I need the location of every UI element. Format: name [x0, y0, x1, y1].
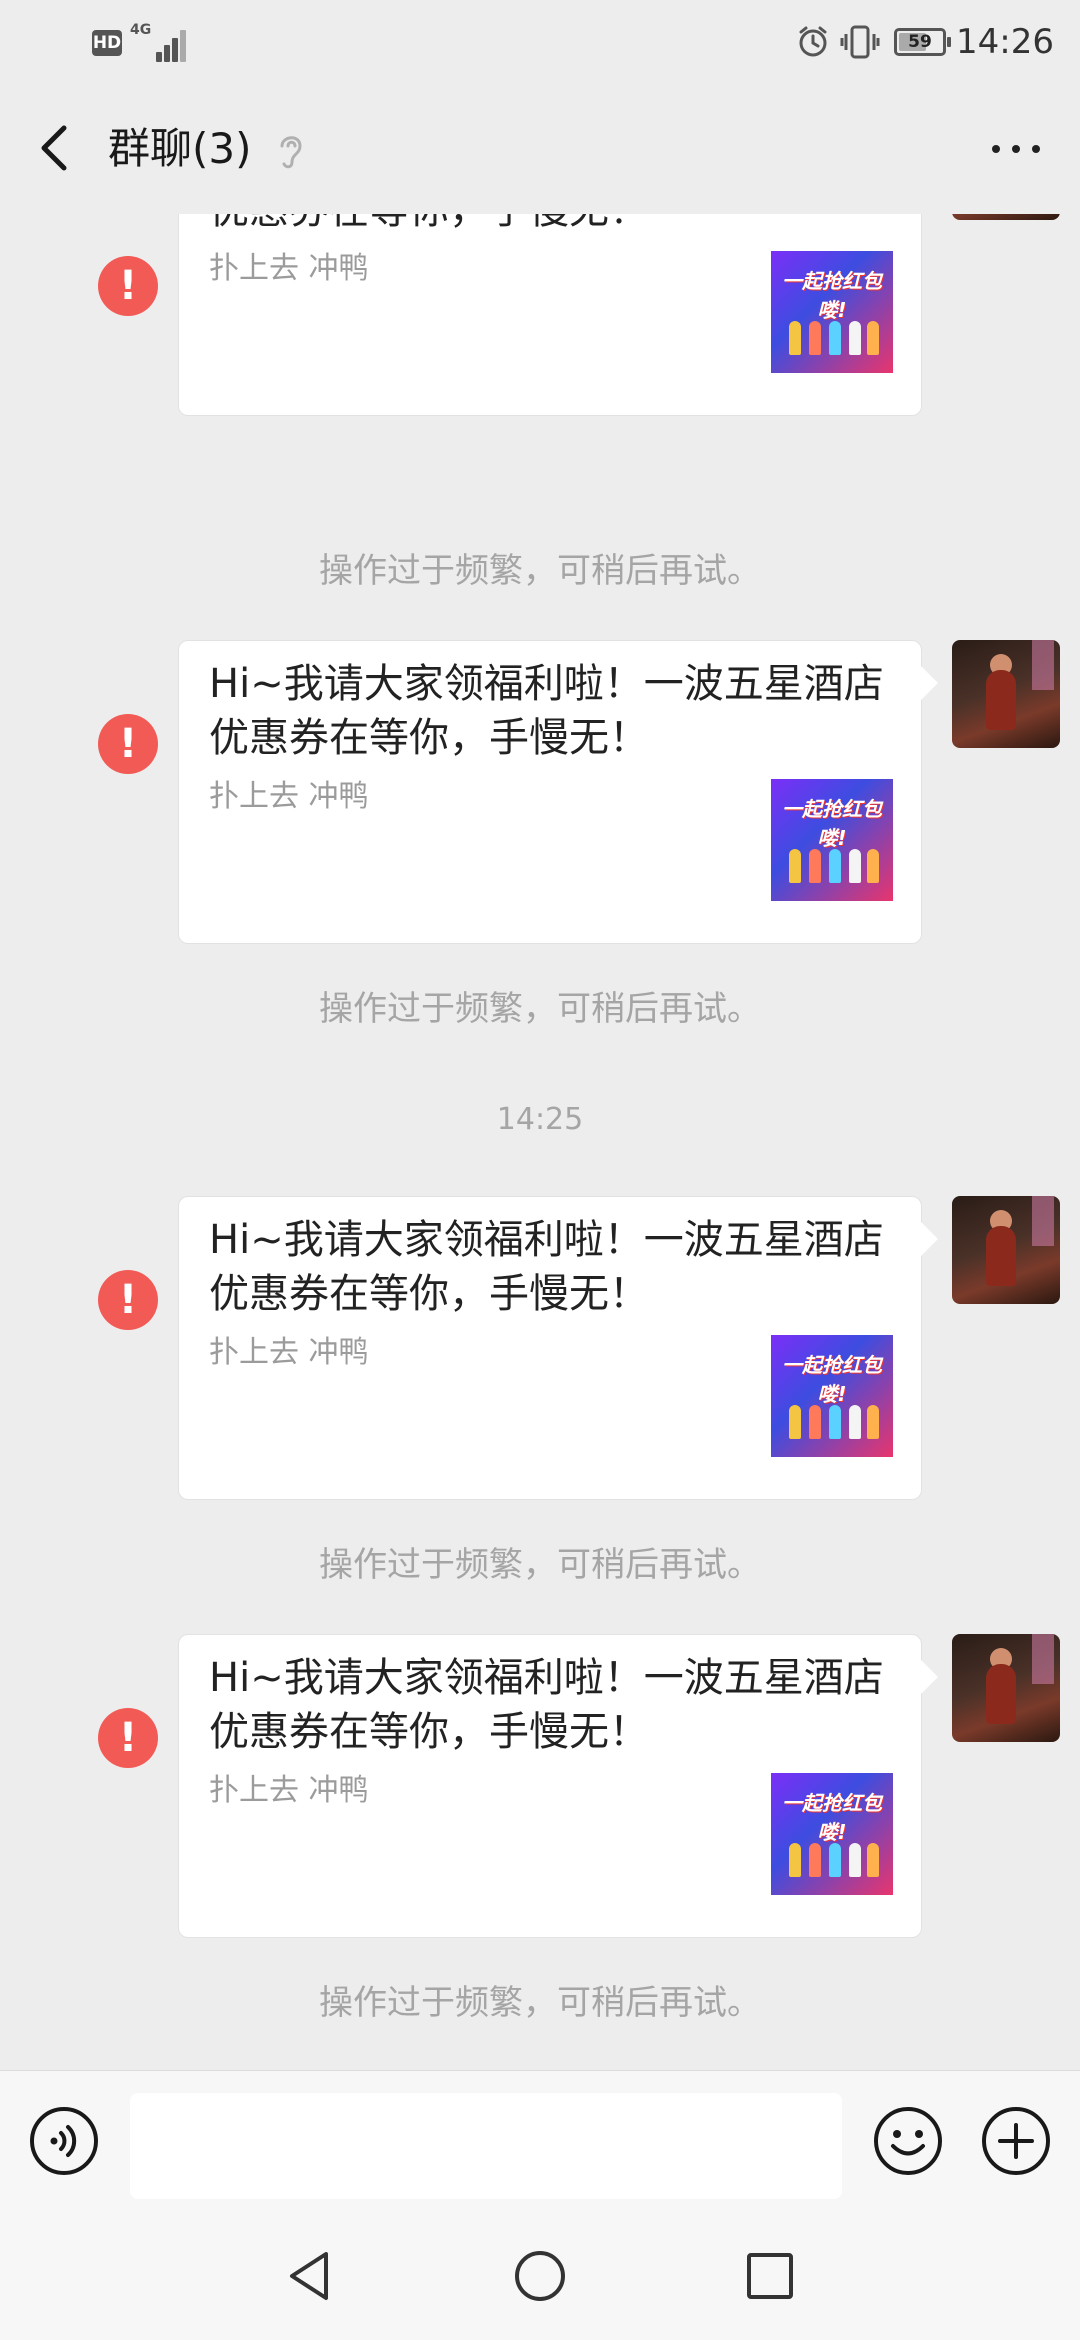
- emoji-button[interactable]: [872, 2105, 944, 2177]
- message-item: ! Hi~我请大家领福利啦！一波五星酒店优惠券在等你，手慢无！ 扑上去 冲鸭 一…: [0, 214, 1080, 416]
- card-title: Hi~我请大家领福利啦！一波五星酒店优惠券在等你，手慢无！: [209, 1655, 884, 1755]
- card-title: Hi~我请大家领福利啦！一波五星酒店优惠券在等你，手慢无！: [209, 661, 884, 761]
- share-card[interactable]: Hi~我请大家领福利啦！一波五星酒店优惠券在等你，手慢无！ 扑上去 冲鸭 一起抢…: [178, 214, 922, 416]
- system-navigation-bar: [0, 2210, 1080, 2340]
- share-card[interactable]: Hi~我请大家领福利啦！一波五星酒店优惠券在等你，手慢无！ 扑上去 冲鸭 一起抢…: [178, 640, 938, 944]
- system-notice: 操作过于频繁，可稍后再试。: [319, 1983, 761, 2023]
- sender-avatar[interactable]: [952, 640, 1060, 748]
- system-notice: 操作过于频繁，可稍后再试。: [319, 989, 761, 1029]
- hd-indicator: HD: [92, 30, 122, 56]
- system-notice: 操作过于频繁，可稍后再试。: [319, 551, 761, 591]
- card-description: 扑上去 冲鸭: [209, 251, 369, 286]
- vibrate-icon: [840, 25, 880, 59]
- ear-icon: [280, 136, 302, 169]
- sender-avatar[interactable]: [952, 1196, 1060, 1304]
- message-item: ! Hi~我请大家领福利啦！一波五星酒店优惠券在等你，手慢无！ 扑上去 冲鸭 一…: [0, 1634, 1080, 1938]
- thumbnail-caption: 一起抢红包喽!: [782, 797, 882, 850]
- status-right: 59 14:26: [796, 20, 1054, 64]
- alarm-icon: [799, 26, 827, 57]
- signal-bars-icon: [130, 22, 186, 62]
- more-functions-button[interactable]: [980, 2105, 1052, 2177]
- status-bar: HD 4G 59 14:26: [0, 0, 1080, 82]
- battery-level: 59: [908, 32, 932, 52]
- thumbnail-caption: 一起抢红包喽!: [782, 269, 882, 322]
- thumbnail-caption: 一起抢红包喽!: [782, 1353, 882, 1406]
- battery-icon: 59: [894, 28, 952, 56]
- chat-title: 群聊(3): [108, 124, 252, 173]
- nav-recent-apps-button[interactable]: [740, 2246, 800, 2306]
- voice-button[interactable]: [28, 2105, 100, 2177]
- send-failed-icon[interactable]: !: [98, 256, 158, 316]
- time-separator: 14:25: [496, 1102, 584, 1137]
- system-notice: 操作过于频繁，可稍后再试。: [319, 1545, 761, 1585]
- thumbnail-caption: 一起抢红包喽!: [782, 1791, 882, 1844]
- card-title: Hi~我请大家领福利啦！一波五星酒店优惠券在等你，手慢无！: [209, 1217, 884, 1317]
- share-card[interactable]: Hi~我请大家领福利啦！一波五星酒店优惠券在等你，手慢无！ 扑上去 冲鸭 一起抢…: [178, 1634, 938, 1938]
- send-failed-icon[interactable]: !: [98, 714, 158, 774]
- card-description: 扑上去 冲鸭: [209, 1335, 369, 1370]
- more-options-button[interactable]: [988, 132, 1044, 164]
- chat-message-list[interactable]: ! Hi~我请大家领福利啦！一波五星酒店优惠券在等你，手慢无！ 扑上去 冲鸭 一…: [0, 214, 1080, 2070]
- nav-home-button[interactable]: [510, 2246, 570, 2306]
- card-description: 扑上去 冲鸭: [209, 779, 369, 814]
- card-thumbnail: 一起抢红包喽!: [771, 1335, 893, 1457]
- chat-header: 群聊(3): [0, 82, 1080, 214]
- clock: 14:26: [956, 22, 1054, 62]
- message-item: ! Hi~我请大家领福利啦！一波五星酒店优惠券在等你，手慢无！ 扑上去 冲鸭 一…: [0, 1196, 1080, 1500]
- send-failed-icon[interactable]: !: [98, 1708, 158, 1768]
- message-item: ! Hi~我请大家领福利啦！一波五星酒店优惠券在等你，手慢无！ 扑上去 冲鸭 一…: [0, 640, 1080, 944]
- nav-back-button[interactable]: [280, 2246, 340, 2306]
- send-failed-icon[interactable]: !: [98, 1270, 158, 1330]
- card-thumbnail: 一起抢红包喽!: [771, 1773, 893, 1895]
- message-input[interactable]: [130, 2093, 842, 2199]
- card-title: Hi~我请大家领福利啦！一波五星酒店优惠券在等你，手慢无！: [209, 214, 899, 237]
- chat-screen: HD 4G 59 14:26 群聊(3) ! 扑上去 冲鸭 一起抢红包喽! 操作…: [0, 0, 1080, 2340]
- card-description: 扑上去 冲鸭: [209, 1773, 369, 1808]
- sender-avatar[interactable]: [952, 214, 1060, 220]
- share-card[interactable]: Hi~我请大家领福利啦！一波五星酒店优惠券在等你，手慢无！ 扑上去 冲鸭 一起抢…: [178, 1196, 938, 1500]
- sender-avatar[interactable]: [952, 1634, 1060, 1742]
- card-thumbnail: 一起抢红包喽!: [771, 779, 893, 901]
- back-button[interactable]: [24, 116, 84, 180]
- input-bar: [0, 2070, 1080, 2210]
- card-thumbnail: 一起抢红包喽!: [771, 251, 893, 373]
